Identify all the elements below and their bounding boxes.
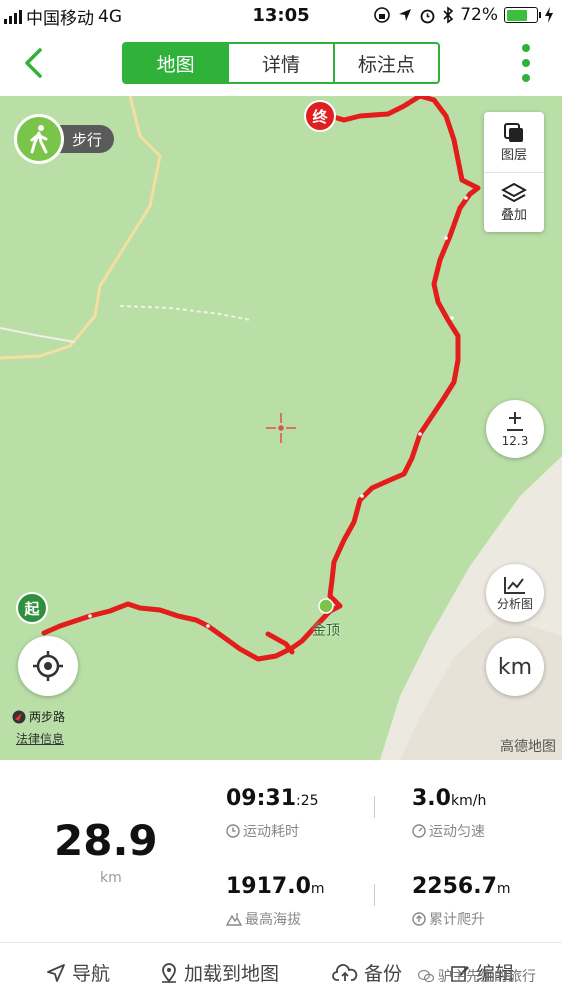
chevron-left-icon (25, 48, 42, 78)
unit-button[interactable]: km (486, 638, 544, 696)
duration-stat: 09:31:25 运动耗时 (226, 786, 319, 841)
climb-unit: m (496, 881, 511, 897)
max-altitude-stat: 1917.0m 最高海拔 (226, 874, 325, 929)
battery-icon (504, 7, 541, 23)
arrow-up-circle-icon (412, 912, 426, 926)
speed-value: 3.0 (412, 786, 451, 811)
navigate-button[interactable]: 导航 (46, 959, 110, 986)
duration-seconds: :25 (296, 793, 319, 809)
network-type: 4G (98, 6, 122, 27)
cloud-upload-icon (332, 963, 358, 981)
start-marker[interactable]: 起 (16, 592, 48, 624)
alarm-icon (420, 9, 435, 23)
distance-value: 28.9 (54, 816, 158, 865)
charging-icon (545, 7, 553, 23)
navigate-label: 导航 (72, 963, 111, 985)
wechat-icon (418, 969, 434, 983)
backup-label: 备份 (364, 963, 403, 985)
zoom-level: 12.3 (501, 434, 529, 448)
more-menu-button[interactable] (520, 44, 532, 82)
speedometer-icon (412, 824, 426, 838)
tab-details[interactable]: 详情 (227, 44, 332, 82)
divider (374, 796, 375, 818)
distance-unit: km (100, 870, 122, 886)
max-altitude-value: 1917.0 (226, 874, 311, 899)
legal-info-link[interactable]: 法律信息 (16, 730, 64, 747)
speed-label: 运动匀速 (429, 824, 485, 840)
app-logo-text: 两步路 (29, 710, 66, 724)
zoom-button[interactable]: 12.3 (486, 400, 544, 458)
compass-logo-icon (12, 710, 26, 723)
speed-stat: 3.0km/h 运动匀速 (412, 786, 486, 841)
crosshair-icon (33, 651, 63, 681)
layers-button[interactable]: 图层 (484, 112, 544, 172)
back-button[interactable] (18, 44, 52, 82)
analysis-label: 分析图 (496, 596, 533, 611)
clock-icon (226, 824, 240, 838)
layers-label: 图层 (500, 147, 527, 163)
max-altitude-unit: m (310, 881, 325, 897)
layer-panel: 图层 叠加 (484, 112, 544, 232)
map-provider: 高德地图 (500, 739, 556, 755)
carrier-name: 中国移动 (26, 9, 94, 29)
stack-icon (501, 182, 527, 203)
travel-mode-label: 步行 (56, 125, 115, 153)
navigation-arrow-icon (47, 963, 65, 982)
divider (374, 884, 375, 906)
battery-percent: 72% (460, 5, 498, 25)
tab-map[interactable]: 地图 (124, 44, 228, 82)
travel-mode-toggle[interactable]: 步行 (14, 114, 115, 164)
overlay-label: 叠加 (500, 208, 527, 223)
overlay-button[interactable]: 叠加 (484, 172, 544, 232)
tab-waypoints[interactable]: 标注点 (332, 44, 438, 82)
mountain-icon (226, 913, 242, 926)
walking-icon (14, 114, 64, 164)
location-arrow-icon (399, 9, 412, 21)
nav-bar: 地图 详情 标注点 (0, 32, 562, 96)
analysis-button[interactable]: 分析图 (486, 564, 544, 622)
bluetooth-icon (443, 6, 454, 24)
locate-button[interactable] (18, 636, 78, 696)
climb-stat: 2256.7m 累计爬升 (412, 874, 511, 929)
map-view[interactable]: 步行 图层 叠加 12.3 分析图 km 起 终 金顶 两步路 法律信息 高德地… (0, 96, 562, 760)
app-logo: 两步路 (12, 708, 65, 725)
rotation-lock-icon (374, 7, 391, 23)
watermark-text: 驴主先生的旅行 (438, 969, 536, 985)
load-to-map-button[interactable]: 加载到地图 (160, 959, 279, 986)
status-left: 中国移动 4G (4, 4, 122, 29)
map-pin-icon (162, 962, 176, 983)
chart-icon (504, 576, 525, 594)
layers-icon (504, 122, 523, 142)
max-altitude-label: 最高海拔 (245, 912, 301, 928)
watermark: 驴主先生的旅行 (418, 966, 536, 986)
plus-minus-icon (507, 412, 523, 431)
status-bar: 中国移动 4G 13:05 72% (0, 0, 562, 32)
climb-value: 2256.7 (412, 874, 497, 899)
status-right: 72% (373, 5, 554, 25)
duration-label: 运动耗时 (243, 824, 299, 840)
climb-label: 累计爬升 (429, 912, 485, 928)
map-terrain (0, 96, 562, 760)
load-to-map-label: 加载到地图 (184, 963, 280, 985)
speed-unit: km/h (450, 793, 487, 809)
duration-value: 09:31 (226, 786, 297, 811)
signal-icon (4, 9, 22, 24)
stats-panel: 28.9 km 09:31:25 运动耗时 3.0km/h 运动匀速 1917.… (0, 760, 562, 942)
battery-fill (506, 9, 528, 21)
backup-button[interactable]: 备份 (332, 959, 402, 986)
summit-label: 金顶 (312, 623, 340, 639)
end-marker[interactable]: 终 (304, 100, 336, 132)
segmented-tabs: 地图 详情 标注点 (122, 42, 440, 84)
